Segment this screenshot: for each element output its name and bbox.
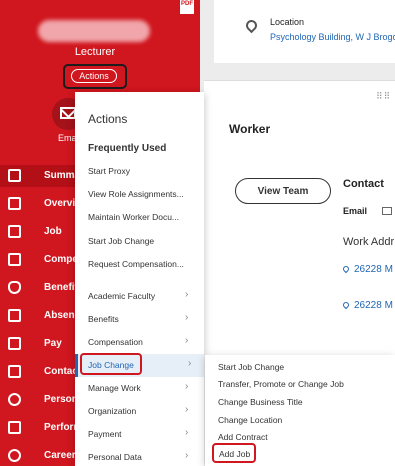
actions-menu: Actions Frequently Used Start Proxy View… — [75, 92, 204, 466]
submenu-item-transfer-promote[interactable]: Transfer, Promote or Change Job — [218, 379, 344, 389]
menu-item-label: Benefits — [88, 314, 119, 324]
submenu-item-change-business-title[interactable]: Change Business Title — [218, 397, 303, 407]
contact-card-icon — [8, 365, 21, 378]
address-text: 26228 M — [354, 300, 393, 311]
menu-item-label: Start Proxy — [88, 166, 131, 176]
chevron-right-icon: › — [188, 358, 192, 369]
add-job-highlight-outline — [212, 443, 256, 463]
sidebar-item-label: Career — [44, 450, 76, 461]
sidebar-item-label: Job — [44, 226, 62, 237]
sidebar-item-label: Person — [44, 394, 78, 405]
menu-category-academic-faculty[interactable]: Academic Faculty › — [75, 285, 204, 308]
menu-item-label: Maintain Worker Docu... — [88, 212, 180, 222]
chevron-right-icon: › — [185, 427, 189, 438]
contact-title: Contact — [343, 178, 384, 190]
menu-item-label: Organization — [88, 406, 137, 416]
person-icon — [8, 393, 21, 406]
menu-category-compensation[interactable]: Compensation › — [75, 331, 204, 354]
sidebar-item-label: Benefit — [44, 282, 78, 293]
menu-item-request-compensation[interactable]: Request Compensation... — [75, 253, 204, 276]
grid-icon — [8, 169, 21, 182]
mail-icon — [60, 107, 76, 119]
chevron-right-icon: › — [185, 335, 189, 346]
chevron-right-icon: › — [185, 381, 189, 392]
worker-name-redacted — [38, 20, 150, 42]
sidebar-item-label: Contac — [44, 366, 78, 377]
menu-item-view-role-assignments[interactable]: View Role Assignments... — [75, 183, 204, 206]
location-link[interactable]: Psychology Building, W J Brogo — [270, 32, 395, 42]
chevron-right-icon: › — [185, 450, 189, 461]
address-link[interactable]: 26228 M — [341, 264, 393, 275]
menu-item-label: Academic Faculty — [88, 291, 156, 301]
menu-item-label: Request Compensation... — [88, 259, 184, 269]
menu-item-label: Payment — [88, 429, 122, 439]
globe-icon — [8, 449, 21, 462]
submenu-item-start-job-change[interactable]: Start Job Change — [218, 362, 284, 372]
worker-section-title: Worker — [229, 122, 271, 136]
drag-handle-icon[interactable]: ⠿⠿ — [376, 91, 391, 102]
sidebar-item-label: Compe — [44, 254, 78, 265]
email-icon[interactable] — [382, 207, 392, 215]
chevron-right-icon: › — [185, 312, 189, 323]
chevron-right-icon: › — [185, 404, 189, 415]
chevron-right-icon: › — [185, 289, 189, 300]
menu-item-label: Start Job Change — [88, 236, 155, 246]
frequently-used-heading: Frequently Used — [88, 143, 167, 154]
menu-item-label: Compensation — [88, 337, 143, 347]
menu-item-label: View Role Assignments... — [88, 189, 184, 199]
menu-item-maintain-worker-documents[interactable]: Maintain Worker Docu... — [75, 206, 204, 229]
shield-icon — [8, 281, 21, 294]
menu-item-start-proxy[interactable]: Start Proxy — [75, 160, 204, 183]
pdf-icon[interactable]: PDF — [180, 0, 194, 14]
location-card: Location Psychology Building, W J Brogo — [214, 0, 395, 63]
address-text: 26228 M — [354, 264, 393, 275]
menu-category-payment[interactable]: Payment › — [75, 423, 204, 446]
view-team-button[interactable]: View Team — [235, 178, 331, 204]
menu-category-organization[interactable]: Organization › — [75, 400, 204, 423]
actions-button[interactable]: Actions — [71, 69, 117, 83]
briefcase-icon — [8, 225, 21, 238]
worker-role: Lecturer — [74, 46, 116, 58]
clipboard-check-icon — [8, 421, 21, 434]
menu-item-label: Manage Work — [88, 383, 141, 393]
chart-icon — [8, 253, 21, 266]
clipboard-icon — [8, 309, 21, 322]
sidebar-item-label: Perforr — [44, 422, 78, 433]
menu-item-start-job-change[interactable]: Start Job Change — [75, 230, 204, 253]
work-address-label: Work Addr — [343, 236, 395, 248]
address-link[interactable]: 26228 M — [341, 300, 393, 311]
location-title: Location — [270, 17, 305, 27]
submenu-item-add-contract[interactable]: Add Contract — [218, 432, 268, 442]
menu-category-manage-work[interactable]: Manage Work › — [75, 377, 204, 400]
location-pin-icon — [341, 264, 351, 274]
submenu-item-change-location[interactable]: Change Location — [218, 415, 282, 425]
email-action-label: Ema — [58, 133, 77, 143]
menu-item-label: Personal Data — [88, 452, 142, 462]
wallet-icon — [8, 337, 21, 350]
actions-menu-title: Actions — [88, 112, 128, 126]
location-pin-icon — [341, 300, 351, 310]
document-icon — [8, 197, 21, 210]
menu-category-benefits[interactable]: Benefits › — [75, 308, 204, 331]
sidebar-item-label: Pay — [44, 338, 62, 349]
email-label: Email — [343, 206, 368, 216]
location-pin-icon — [243, 17, 260, 34]
menu-category-personal-data[interactable]: Personal Data › — [75, 446, 204, 466]
job-change-highlight-outline — [80, 353, 142, 375]
